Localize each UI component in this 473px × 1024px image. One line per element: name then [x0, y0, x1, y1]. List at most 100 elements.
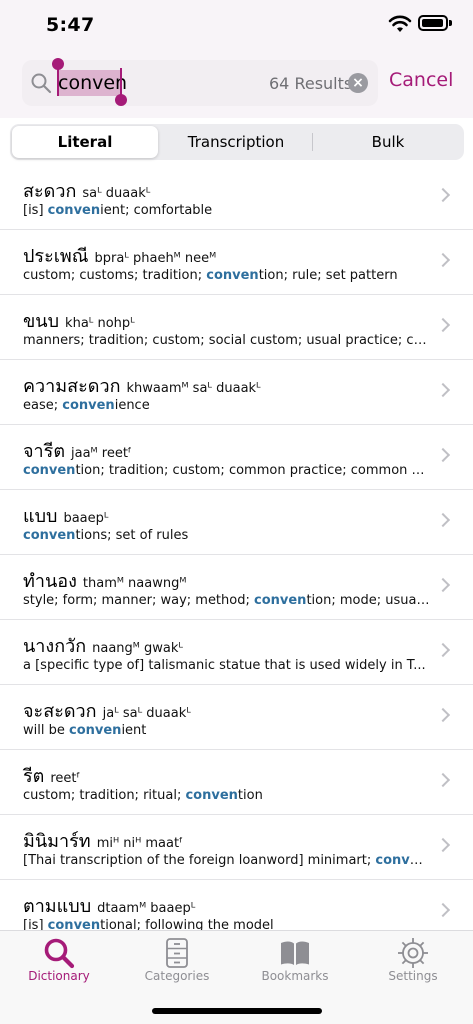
thai-word: จารีต	[23, 441, 66, 462]
thai-word: สะดวก	[23, 181, 77, 202]
thai-word: รีต	[23, 766, 45, 787]
tab-label: Categories	[144, 969, 210, 983]
chevron-right-icon	[435, 317, 451, 333]
definition: ease; convenience	[23, 398, 431, 413]
status-time: 5:47	[46, 14, 95, 36]
result-row[interactable]: ตามแบบ dtaamᴹ baaepᴸ [is] conventional; fo…	[0, 880, 473, 930]
segment-bulk[interactable]: Bulk	[314, 126, 462, 158]
result-count: 64 Results	[269, 74, 353, 93]
result-row[interactable]: ทำนอง thamᴹ naawngᴹ style; form; manner; w…	[0, 555, 473, 620]
definition-text: ience	[114, 398, 150, 413]
transcription: naangᴹ gwakᴸ	[92, 641, 183, 656]
match-highlight: conven	[185, 788, 238, 803]
chevron-right-icon	[435, 252, 451, 268]
magnifier-icon	[44, 938, 75, 969]
chevron-right-icon	[435, 382, 451, 398]
definition-text: custom; customs; tradition;	[23, 268, 207, 283]
tab-dictionary[interactable]: Dictionary	[0, 931, 118, 991]
thai-word: มินิมาร์ท	[23, 831, 91, 852]
definition-text: tional; following the model	[100, 918, 274, 930]
definition-text: ient	[121, 723, 147, 738]
transcription: jaᴸ saᴸ duaakᴸ	[102, 706, 191, 721]
definition: manners; tradition; custom; social custo…	[23, 333, 431, 348]
transcription: thamᴹ naawngᴹ	[82, 576, 187, 591]
result-title: นางกวัก naangᴹ gwakᴸ	[23, 631, 183, 660]
chevron-right-icon	[435, 902, 451, 918]
definition: [Thai transcription of the foreign loanw…	[23, 853, 431, 868]
chevron-right-icon	[435, 187, 451, 203]
cancel-button[interactable]: Cancel	[389, 69, 453, 91]
segment-divider	[312, 133, 313, 151]
definition: [is] conventional; following the model	[23, 918, 431, 930]
definition-text: ient; comfortable	[100, 203, 213, 218]
segment-literal[interactable]: Literal	[12, 126, 158, 158]
segment-transcription[interactable]: Transcription	[162, 126, 310, 158]
thai-word: ขนบ	[23, 311, 60, 332]
transcription: saᴸ duaakᴸ	[82, 186, 151, 201]
book-icon	[281, 941, 309, 965]
tab-label: Settings	[388, 969, 438, 983]
definition-text: tion; mode; usual...	[306, 593, 431, 608]
chevron-right-icon	[435, 707, 451, 723]
transcription: miᴴ niᴴ maatᶠ	[96, 836, 183, 851]
chevron-right-icon	[435, 642, 451, 658]
search-field[interactable]: 64 Results ×	[22, 58, 378, 106]
definition: custom; customs; tradition; convention; …	[23, 268, 431, 283]
result-row[interactable]: มินิมาร์ท miᴴ niᴴ maatᶠ [Thai transcriptio…	[0, 815, 473, 880]
definition-text: tions; set of rules	[75, 528, 189, 543]
tab-bookmarks[interactable]: Bookmarks	[236, 931, 354, 991]
definition: conventions; set of rules	[23, 528, 431, 543]
tab-label: Bookmarks	[261, 969, 329, 983]
result-row[interactable]: จารีต jaaᴹ reetᶠ convention; tradition; cu…	[0, 425, 473, 490]
definition: will be convenient	[23, 723, 431, 738]
thai-word: แบบ	[23, 506, 58, 527]
battery-icon	[418, 15, 452, 31]
selection-handle-start[interactable]	[52, 58, 64, 70]
result-row[interactable]: ขนบ khaᴸ nohpᴸ manners; tradition; custom;…	[0, 295, 473, 360]
match-highlight: conven	[47, 203, 101, 218]
result-title: ตามแบบ dtaamᴹ baaepᴸ	[23, 891, 195, 920]
thai-word: นางกวัก	[23, 636, 87, 657]
result-title: แบบ baaepᴸ	[23, 501, 108, 530]
cabinet-icon	[166, 938, 188, 968]
match-highlight: conven	[254, 593, 307, 608]
search-input[interactable]	[58, 68, 238, 98]
result-row[interactable]: รีต reetᶠ custom; tradition; ritual; conve…	[0, 750, 473, 815]
thai-word: ประเพณี	[23, 246, 89, 267]
definition: style; form; manner; way; method; conven…	[23, 593, 431, 608]
selection-handle-end[interactable]	[115, 94, 127, 106]
result-row[interactable]: แบบ baaepᴸ conventions; set of rules	[0, 490, 473, 555]
thai-word: ความสะดวก	[23, 376, 121, 397]
match-highlight: conven	[62, 398, 115, 413]
result-title: ประเพณี bpraᴸ phaehᴹ neeᴹ	[23, 241, 216, 270]
match-highlight: conven	[68, 723, 122, 738]
tab-settings[interactable]: Settings	[354, 931, 472, 991]
result-row[interactable]: ประเพณี bpraᴸ phaehᴹ neeᴹ custom; customs;…	[0, 230, 473, 295]
chevron-right-icon	[435, 447, 451, 463]
result-title: ทำนอง thamᴹ naawngᴹ	[23, 566, 186, 595]
definition: convention; tradition; custom; common pr…	[23, 463, 431, 478]
result-row[interactable]: นางกวัก naangᴹ gwakᴸ a [specific type of] …	[0, 620, 473, 685]
definition-text: custom; tradition; ritual;	[23, 788, 186, 803]
definition-text: will be	[23, 723, 69, 738]
result-row[interactable]: จะสะดวก jaᴸ saᴸ duaakᴸ will be convenient	[0, 685, 473, 750]
selection-handle-end-line	[120, 68, 122, 96]
tab-categories[interactable]: Categories	[118, 931, 236, 991]
result-row[interactable]: สะดวก saᴸ duaakᴸ [is] convenient; comforta…	[0, 165, 473, 230]
chevron-right-icon	[435, 772, 451, 788]
match-highlight: conven	[23, 528, 76, 543]
result-title: จะสะดวก jaᴸ saᴸ duaakᴸ	[23, 696, 191, 725]
result-title: ความสะดวก khwaamᴹ saᴸ duaakᴸ	[23, 371, 261, 400]
definition-text: manners; tradition; custom; social custo…	[23, 333, 431, 348]
result-title: ขนบ khaᴸ nohpᴸ	[23, 306, 135, 335]
search-bar: 64 Results × Cancel	[0, 58, 473, 108]
home-indicator	[152, 1008, 322, 1014]
definition-text: tion; rule; set pattern	[258, 268, 398, 283]
clear-icon[interactable]: ×	[348, 73, 368, 93]
result-title: มินิมาร์ท miᴴ niᴴ maatᶠ	[23, 826, 183, 855]
result-row[interactable]: ความสะดวก khwaamᴹ saᴸ duaakᴸ ease; conveni…	[0, 360, 473, 425]
definition-text: [is]	[23, 203, 48, 218]
definition: [is] convenient; comfortable	[23, 203, 431, 218]
selection-handle-start-line	[57, 68, 59, 96]
search-mode-segmented-control: Literal Transcription Bulk	[10, 124, 464, 160]
